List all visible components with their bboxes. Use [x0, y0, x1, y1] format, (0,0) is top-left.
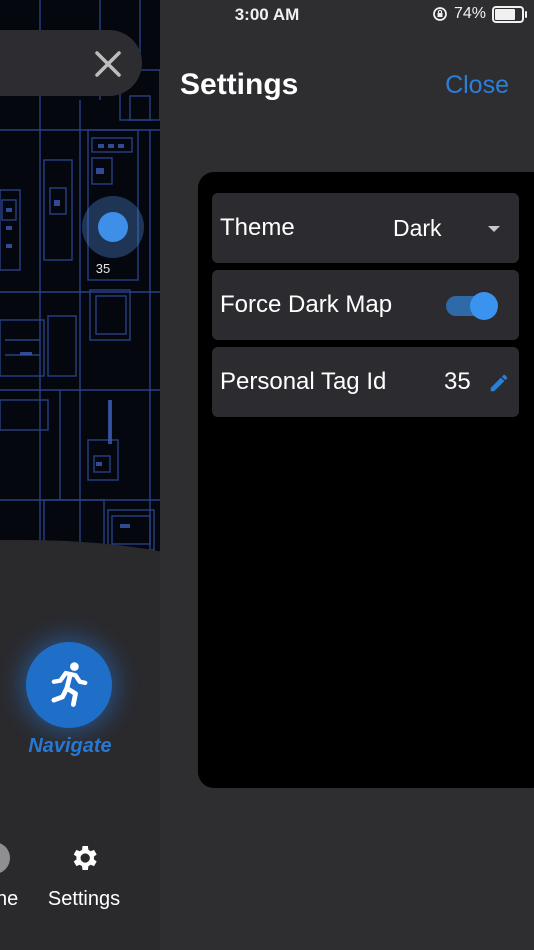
force-dark-map-row[interactable]: Force Dark Map — [212, 270, 519, 340]
main-app-pane: 35 Navigate ne Settings — [0, 0, 160, 950]
personal-tag-marker[interactable] — [82, 196, 144, 258]
page-title: Settings — [180, 68, 299, 101]
battery-percent: 74% — [453, 5, 486, 22]
tab-bar — [0, 814, 160, 950]
orientation-lock-icon — [433, 7, 447, 21]
tag-dot — [98, 212, 128, 242]
tab-settings-label[interactable]: Settings — [40, 888, 128, 911]
chevron-down-icon[interactable] — [488, 226, 500, 232]
toggle-knob — [470, 292, 498, 320]
pencil-edit-icon[interactable] — [488, 372, 510, 394]
tab-home-label[interactable]: ne — [0, 888, 18, 911]
theme-label: Theme — [220, 214, 295, 241]
close-button[interactable]: Close — [445, 71, 509, 100]
close-search-icon[interactable] — [90, 46, 126, 82]
force-dark-map-toggle[interactable] — [446, 292, 498, 320]
theme-row[interactable]: Theme Dark — [212, 193, 519, 263]
map-bottom-edge — [0, 540, 160, 620]
personal-tag-label: Personal Tag Id — [220, 368, 387, 395]
status-time: 3:00 AM — [234, 5, 300, 24]
status-right: 74% — [432, 5, 527, 23]
tag-marker-label: 35 — [95, 261, 111, 276]
settings-card — [198, 172, 534, 788]
navigate-button[interactable] — [26, 642, 112, 728]
navigate-label[interactable]: Navigate — [0, 735, 140, 758]
theme-select[interactable]: Dark — [393, 215, 442, 242]
personal-tag-value: 35 — [444, 368, 471, 395]
running-person-icon — [51, 662, 88, 707]
battery-icon — [492, 5, 527, 23]
gear-icon[interactable] — [68, 842, 100, 874]
personal-tag-row[interactable]: Personal Tag Id 35 — [212, 347, 519, 417]
force-dark-map-label: Force Dark Map — [220, 291, 393, 318]
